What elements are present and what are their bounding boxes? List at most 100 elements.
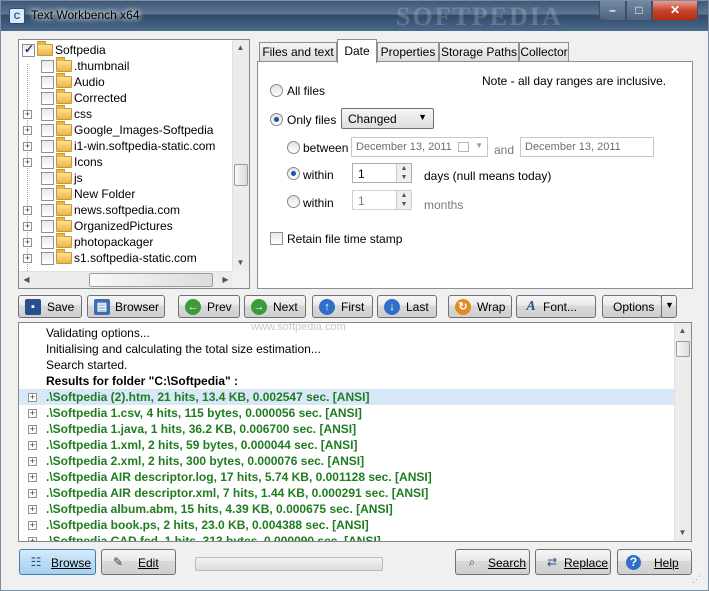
log-scroll-thumb[interactable]: [676, 341, 690, 357]
tab-properties[interactable]: Properties: [377, 42, 439, 62]
expand-icon[interactable]: +: [28, 409, 37, 418]
retain-timestamp-label[interactable]: Retain file time stamp: [287, 232, 402, 246]
tree-root[interactable]: Softpedia: [19, 41, 233, 58]
all-files-label[interactable]: All files: [287, 84, 325, 98]
expand-icon[interactable]: +: [28, 505, 37, 514]
wrap-button[interactable]: ↻ Wrap: [448, 295, 512, 318]
expand-icon[interactable]: +: [23, 254, 32, 263]
minimize-button[interactable]: –: [599, 1, 626, 21]
within-months-radio[interactable]: [287, 195, 300, 208]
tree-item[interactable]: + OrganizedPictures: [19, 217, 233, 234]
tree-item[interactable]: + photopackager: [19, 233, 233, 250]
spin-arrows-icon[interactable]: ▲ ▼: [396, 191, 411, 209]
expand-icon[interactable]: +: [28, 425, 37, 434]
browse-button[interactable]: ☷ Browse: [19, 549, 96, 575]
tree-item[interactable]: + css: [19, 105, 233, 122]
tree-item[interactable]: + i1-win.softpedia-static.com: [19, 137, 233, 154]
tree-item[interactable]: + news.softpedia.com: [19, 201, 233, 218]
result-row[interactable]: + .\Softpedia 1.java, 1 hits, 36.2 KB, 0.…: [19, 421, 674, 437]
folder-tree[interactable]: Softpedia .thumbnail Audio Corrected + cs…: [18, 39, 250, 289]
expand-icon[interactable]: +: [28, 473, 37, 482]
scroll-down-icon[interactable]: ▼: [675, 525, 690, 541]
browser-button[interactable]: ▤ Browser: [87, 295, 165, 318]
within-months-label[interactable]: within: [303, 196, 334, 210]
tree-item[interactable]: .thumbnail: [19, 57, 233, 74]
next-button[interactable]: → Next: [244, 295, 306, 318]
results-log[interactable]: www.softpedia.com Validating options... …: [18, 322, 692, 542]
tree-item-checkbox[interactable]: [41, 124, 54, 137]
tree-item-checkbox[interactable]: [41, 252, 54, 265]
between-to-date[interactable]: December 13, 2011: [520, 137, 654, 157]
tab-date[interactable]: Date: [337, 39, 377, 63]
tree-item[interactable]: Corrected: [19, 89, 233, 106]
search-button[interactable]: ⌕ Search: [455, 549, 530, 575]
tree-hscroll-thumb[interactable]: [89, 273, 213, 287]
within-days-label[interactable]: within: [303, 168, 334, 182]
scroll-up-icon[interactable]: ▲: [233, 40, 248, 56]
tree-item-checkbox[interactable]: [41, 188, 54, 201]
expand-icon[interactable]: +: [28, 393, 37, 402]
tree-item-checkbox[interactable]: [41, 92, 54, 105]
result-row[interactable]: + .\Softpedia album.abm, 15 hits, 4.39 KB…: [19, 501, 674, 517]
expand-icon[interactable]: +: [23, 110, 32, 119]
maximize-button[interactable]: □: [626, 1, 652, 21]
expand-icon[interactable]: +: [23, 158, 32, 167]
result-row[interactable]: + .\Softpedia (2).htm, 21 hits, 13.4 KB, …: [19, 389, 674, 405]
within-days-radio[interactable]: [287, 167, 300, 180]
expand-icon[interactable]: +: [23, 206, 32, 215]
close-button[interactable]: ✕: [652, 1, 698, 21]
save-button[interactable]: ▪ Save: [18, 295, 82, 318]
prev-button[interactable]: ← Prev: [178, 295, 240, 318]
expand-icon[interactable]: +: [23, 126, 32, 135]
only-files-radio[interactable]: [270, 113, 283, 126]
expand-icon[interactable]: +: [28, 457, 37, 466]
title-bar[interactable]: C Text Workbench x64 SOFTPEDIA – □ ✕: [1, 1, 708, 31]
tree-item[interactable]: Audio: [19, 73, 233, 90]
expand-icon[interactable]: +: [28, 537, 37, 541]
scroll-right-icon[interactable]: ▶: [218, 272, 233, 288]
tree-horizontal-scrollbar[interactable]: ◀ ▶: [19, 271, 233, 288]
tree-item-checkbox[interactable]: [41, 76, 54, 89]
scroll-down-icon[interactable]: ▼: [233, 255, 248, 271]
tree-vertical-scrollbar[interactable]: ▲ ▼: [232, 40, 249, 271]
result-row[interactable]: + .\Softpedia CAD fcd, 1 hits, 313 bytes,…: [19, 533, 674, 541]
spin-arrows-icon[interactable]: ▲ ▼: [396, 164, 411, 182]
tree-item-checkbox[interactable]: [41, 204, 54, 217]
log-vertical-scrollbar[interactable]: ▲ ▼: [674, 323, 691, 541]
within-months-stepper[interactable]: 1 ▲ ▼: [352, 190, 412, 210]
tree-item-checkbox[interactable]: [41, 140, 54, 153]
expand-icon[interactable]: +: [28, 521, 37, 530]
expand-icon[interactable]: +: [23, 142, 32, 151]
result-row[interactable]: + .\Softpedia book.ps, 2 hits, 23.0 KB, 0…: [19, 517, 674, 533]
expand-icon[interactable]: +: [23, 222, 32, 231]
edit-button[interactable]: ✎ Edit: [101, 549, 176, 575]
tree-item[interactable]: + Google_Images-Softpedia: [19, 121, 233, 138]
only-files-select[interactable]: Changed ▼: [341, 108, 434, 129]
help-button[interactable]: ? Help: [617, 549, 692, 575]
tree-item-checkbox[interactable]: [41, 236, 54, 249]
font-button[interactable]: A Font...: [516, 295, 596, 318]
result-row[interactable]: + .\Softpedia 2.xml, 2 hits, 300 bytes, 0…: [19, 453, 674, 469]
first-button[interactable]: ↑ First: [312, 295, 373, 318]
between-from-date[interactable]: December 13, 2011 ▼: [351, 137, 488, 157]
expand-icon[interactable]: +: [23, 238, 32, 247]
within-days-stepper[interactable]: 1 ▲ ▼: [352, 163, 412, 183]
tree-item[interactable]: + Icons: [19, 153, 233, 170]
tree-item-checkbox[interactable]: [41, 220, 54, 233]
between-label[interactable]: between: [303, 141, 348, 155]
only-files-label[interactable]: Only files: [287, 113, 336, 127]
tree-root-checkbox[interactable]: [22, 42, 35, 57]
result-row[interactable]: + .\Softpedia 1.xml, 2 hits, 59 bytes, 0.…: [19, 437, 674, 453]
all-files-radio[interactable]: [270, 84, 283, 97]
tree-item[interactable]: + s1.softpedia-static.com: [19, 249, 233, 266]
retain-timestamp-checkbox[interactable]: [270, 232, 283, 245]
tab-files-and-text[interactable]: Files and text: [259, 42, 337, 62]
tree-item[interactable]: js: [19, 169, 233, 186]
tree-scroll-thumb[interactable]: [234, 164, 248, 186]
tree-item-checkbox[interactable]: [41, 108, 54, 121]
tab-collector[interactable]: Collector: [519, 42, 569, 62]
tree-item-checkbox[interactable]: [41, 172, 54, 185]
tree-item-checkbox[interactable]: [41, 156, 54, 169]
expand-icon[interactable]: +: [28, 489, 37, 498]
between-radio[interactable]: [287, 141, 300, 154]
